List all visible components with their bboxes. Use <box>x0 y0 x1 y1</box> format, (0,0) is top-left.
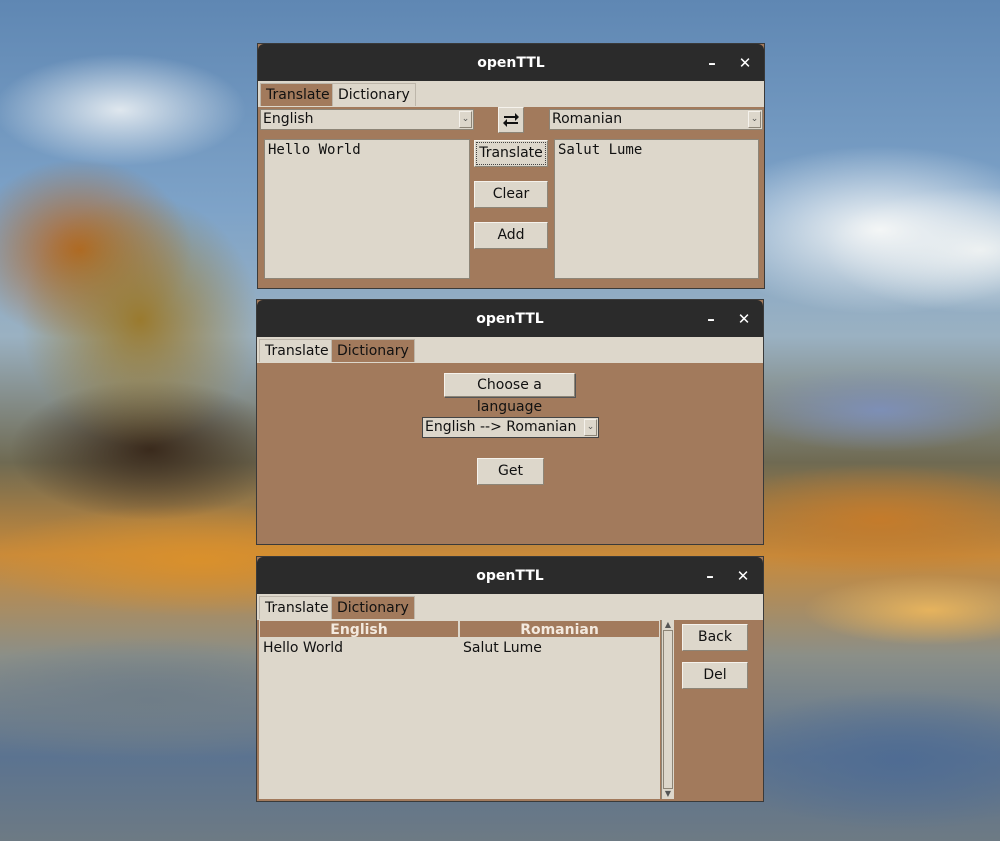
chevron-down-icon[interactable]: ⌄ <box>748 111 761 128</box>
window-title: openTTL <box>476 567 544 584</box>
get-button[interactable]: Get <box>477 458 544 485</box>
minimize-icon[interactable]: – <box>701 309 721 329</box>
column-header-english[interactable]: English <box>259 620 459 638</box>
swap-languages-button[interactable] <box>498 107 524 133</box>
target-text-area[interactable]: Salut Lume <box>554 139 759 279</box>
close-icon[interactable]: ✕ <box>733 566 753 586</box>
clear-button[interactable]: Clear <box>474 181 548 208</box>
translate-window: openTTL – ✕ Translate Dictionary English… <box>258 44 764 288</box>
source-text-area[interactable]: Hello World <box>264 139 470 279</box>
tab-bar: Translate Dictionary <box>258 81 764 107</box>
tab-bar: Translate Dictionary <box>257 337 763 363</box>
choose-language-button[interactable]: Choose a language <box>444 373 575 415</box>
tab-translate[interactable]: Translate <box>259 596 335 619</box>
translate-button[interactable]: Translate <box>474 140 548 167</box>
table-cell-romanian[interactable]: Salut Lume <box>463 639 542 657</box>
minimize-icon[interactable]: – <box>700 566 720 586</box>
tab-dictionary[interactable]: Dictionary <box>331 596 415 619</box>
back-button[interactable]: Back <box>682 624 748 651</box>
scroll-thumb[interactable] <box>663 630 673 789</box>
vertical-scrollbar[interactable]: ▲ ▼ <box>661 620 674 799</box>
language-pair-select[interactable]: English --> Romanian ⌄ <box>422 417 599 438</box>
language-pair-value: English --> Romanian <box>425 419 577 435</box>
title-bar[interactable]: openTTL – ✕ <box>257 300 763 337</box>
window-title: openTTL <box>477 54 545 71</box>
swap-icon <box>503 113 519 127</box>
dictionary-list-window: openTTL – ✕ Translate Dictionary English… <box>257 557 763 801</box>
window-title: openTTL <box>476 310 544 327</box>
chevron-down-icon[interactable]: ⌄ <box>584 419 597 436</box>
tab-translate[interactable]: Translate <box>260 83 336 106</box>
dictionary-window: openTTL – ✕ Translate Dictionary Choose … <box>257 300 763 544</box>
table-cell-english[interactable]: Hello World <box>263 639 343 657</box>
tab-dictionary[interactable]: Dictionary <box>332 83 416 106</box>
title-bar[interactable]: openTTL – ✕ <box>257 557 763 594</box>
minimize-icon[interactable]: – <box>702 53 722 73</box>
tab-translate[interactable]: Translate <box>259 339 335 362</box>
add-button[interactable]: Add <box>474 222 548 249</box>
delete-button[interactable]: Del <box>682 662 748 689</box>
close-icon[interactable]: ✕ <box>735 53 755 73</box>
target-language-select[interactable]: Romanian ⌄ <box>549 109 763 130</box>
source-language-value: English <box>263 111 314 127</box>
source-language-select[interactable]: English ⌄ <box>260 109 474 130</box>
chevron-down-icon[interactable]: ⌄ <box>459 111 472 128</box>
target-language-value: Romanian <box>552 111 623 127</box>
dictionary-table[interactable]: English Romanian Hello World Salut Lume <box>259 620 660 799</box>
close-icon[interactable]: ✕ <box>734 309 754 329</box>
tab-dictionary[interactable]: Dictionary <box>331 339 415 362</box>
title-bar[interactable]: openTTL – ✕ <box>258 44 764 81</box>
tab-bar: Translate Dictionary <box>257 594 763 620</box>
scroll-down-icon[interactable]: ▼ <box>662 789 674 799</box>
column-header-romanian[interactable]: Romanian <box>459 620 660 638</box>
scroll-up-icon[interactable]: ▲ <box>662 620 674 630</box>
